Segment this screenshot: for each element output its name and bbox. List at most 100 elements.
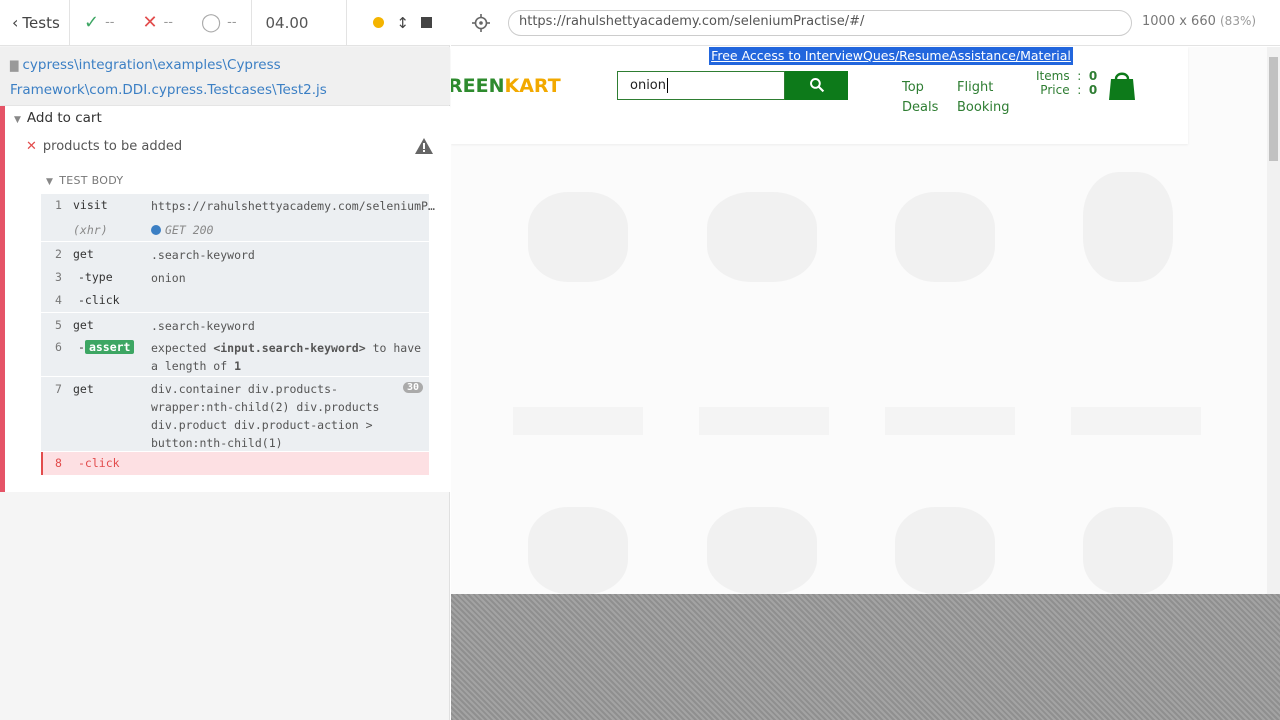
command-log: 1 visit https://rahulshettyacademy.com/s…	[41, 194, 435, 475]
test-title[interactable]: ✕ products to be added	[26, 139, 182, 154]
product-image-placeholder	[528, 192, 628, 282]
command-name: - assert	[78, 340, 135, 354]
command-row-assert[interactable]: 6 - assert expected <input.search-keyword…	[41, 336, 429, 377]
suite-title[interactable]: ▼ Add to cart	[14, 110, 102, 126]
command-row[interactable]: 2 get .search-keyword	[41, 242, 429, 266]
xhr-status-icon	[151, 225, 161, 235]
add-to-cart-placeholder	[1071, 407, 1201, 435]
failed-count[interactable]: ✕ --	[128, 0, 186, 46]
command-name: get	[73, 382, 94, 396]
nav-flight-line2: Booking	[957, 100, 1010, 115]
nav-top-deals[interactable]: Top Deals	[902, 78, 938, 118]
promo-banner-link[interactable]: Free Access to InterviewQues/ResumeAssis…	[709, 47, 1073, 65]
file-icon: ▇	[10, 59, 19, 72]
chevron-left-icon: ‹	[12, 13, 19, 32]
nav-flight-booking[interactable]: Flight Booking	[957, 78, 1009, 118]
suite: ▼ Add to cart ✕ products to be added ▼ TEST…	[0, 106, 450, 492]
command-number: 5	[55, 318, 62, 332]
command-name: (xhr)	[73, 223, 108, 237]
command-name: -click	[78, 456, 120, 470]
command-row-failed[interactable]: 8 -click	[41, 452, 429, 475]
product-image-placeholder	[1083, 172, 1173, 282]
command-number: 3	[55, 270, 62, 284]
command-row[interactable]: 5 get .search-keyword	[41, 313, 429, 336]
application-frame: Free Access to InterviewQues/ResumeAssis…	[451, 47, 1267, 594]
cart-info: Items : 0 Price : 0	[1036, 69, 1098, 97]
command-name: visit	[73, 198, 108, 212]
search-button[interactable]	[785, 71, 848, 100]
command-row[interactable]: 7 get div.container div.products-wrapper…	[41, 377, 429, 452]
circle-icon: ◯	[200, 12, 222, 33]
viewport-info[interactable]: 1000 x 660 (83%)	[1142, 14, 1256, 29]
command-dash: -	[78, 340, 85, 354]
caret-down-icon: ▼	[14, 115, 21, 125]
url-field[interactable]: https://rahulshettyacademy.com/seleniumP…	[508, 10, 1132, 36]
back-to-tests-button[interactable]: ‹ Tests	[0, 0, 70, 46]
command-message: .search-keyword	[151, 248, 255, 262]
cross-icon: ✕	[142, 12, 158, 33]
command-row[interactable]: (xhr) GET 200 /seleniumPractise/data/pro…	[41, 218, 429, 255]
spec-path[interactable]: ▇ cypress\integration\examples\Cypress Fr…	[0, 47, 450, 105]
caret-down-icon: ▼	[46, 177, 54, 187]
viewport-size: 1000 x 660	[1142, 14, 1216, 29]
items-value: 0	[1088, 69, 1098, 83]
product-image-placeholder	[895, 507, 995, 594]
duration: 04.00	[250, 0, 323, 46]
command-number: 4	[55, 293, 62, 307]
test-body-label[interactable]: ▼ TEST BODY	[46, 174, 123, 187]
add-to-cart-placeholder	[699, 407, 829, 435]
fail-icon: ✕	[26, 139, 37, 154]
command-row[interactable]: 1 visit https://rahulshettyacademy.com/s…	[41, 194, 435, 218]
command-message: .search-keyword	[151, 319, 255, 333]
warning-icon[interactable]	[414, 137, 434, 155]
product-image-placeholder	[895, 192, 995, 282]
back-label: Tests	[22, 13, 60, 32]
command-message: onion	[151, 271, 186, 285]
command-number: 2	[55, 247, 62, 261]
spec-path-line2: Framework\com.DDI.cypress.Testcases\Test…	[10, 82, 327, 98]
assert-value: 1	[234, 359, 242, 373]
pending-value: --	[227, 15, 237, 30]
spec-path-line1: cypress\integration\examples\Cypress	[22, 57, 281, 73]
suite-title-text: Add to cart	[26, 110, 102, 126]
add-to-cart-placeholder	[513, 407, 643, 435]
reporter-panel: ‹ Tests ✓ -- ✕ -- ◯ -- 04.00 ↕ ▇ cypress\…	[0, 0, 450, 720]
command-row[interactable]: 4 -click	[41, 289, 429, 313]
command-name: get	[73, 247, 94, 261]
text-cursor: ​	[667, 78, 668, 93]
app-scrollbar[interactable]	[1267, 47, 1280, 594]
command-row[interactable]: 3 -type onion	[41, 266, 429, 289]
search-value: onion	[630, 78, 666, 93]
nav-top-deals-line2: Deals	[902, 100, 939, 115]
empty-area	[451, 594, 1280, 720]
add-to-cart-placeholder	[885, 407, 1015, 435]
price-value: 0	[1088, 83, 1098, 97]
test-title-text: products to be added	[42, 139, 183, 154]
assert-message: expected <input.search-keyword> to have a…	[151, 339, 423, 375]
command-name: -click	[78, 293, 120, 307]
search-icon	[810, 78, 825, 93]
scrollbar-thumb[interactable]	[1269, 57, 1278, 161]
logo-part-orange: KART	[504, 75, 561, 97]
command-message: div.container div.products-wrapper:nth-c…	[151, 382, 380, 450]
cart-bag-icon[interactable]	[1108, 69, 1136, 101]
price-label: Price	[1040, 83, 1070, 97]
command-number: 7	[55, 382, 62, 396]
check-icon: ✓	[84, 12, 100, 33]
command-number: 8	[55, 456, 62, 470]
passed-value: --	[105, 15, 115, 30]
search-input[interactable]: onion​	[617, 71, 785, 100]
command-number: 6	[55, 340, 62, 354]
passed-count[interactable]: ✓ --	[70, 0, 128, 46]
aut-header: https://rahulshettyacademy.com/seleniumP…	[451, 0, 1280, 46]
product-image-placeholder	[528, 507, 628, 594]
greenkart-header: Free Access to InterviewQues/ResumeAssis…	[451, 47, 1188, 144]
pending-count[interactable]: ◯ --	[187, 0, 251, 46]
nav-top-deals-line1: Top	[902, 80, 924, 95]
element-count-badge: 30	[402, 382, 423, 393]
auto-scroll-icon[interactable]: ↕	[396, 14, 409, 32]
product-image-placeholder	[707, 507, 817, 594]
running-indicator-icon	[373, 17, 385, 28]
selector-playground-icon[interactable]	[471, 13, 491, 33]
stop-icon[interactable]	[421, 17, 432, 28]
